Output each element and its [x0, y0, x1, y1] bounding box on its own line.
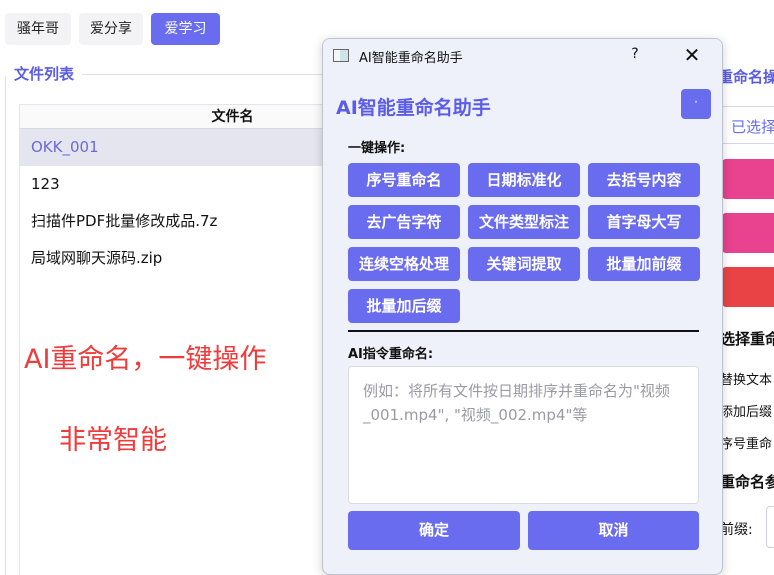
op-keyword-extract-button[interactable]: 关键词提取	[468, 247, 580, 281]
window-title: AI智能重命名助手	[359, 51, 463, 66]
prefix-input[interactable]	[766, 506, 774, 548]
op-remove-brackets-button[interactable]: 去括号内容	[588, 163, 700, 197]
option-add-suffix[interactable]: 添加后缀	[720, 401, 772, 420]
option-sequence-rename[interactable]: 序号重命	[720, 433, 772, 452]
option-replace-text[interactable]: 替换文本	[720, 369, 772, 388]
prefix-label: 前缀:	[720, 522, 753, 538]
action-button-1[interactable]	[722, 159, 774, 199]
ai-command-label: AI指令重命名:	[348, 347, 434, 362]
op-add-prefix-button[interactable]: 批量加前缀	[588, 247, 700, 281]
section-divider	[348, 330, 699, 332]
op-capitalize-button[interactable]: 首字母大写	[588, 205, 700, 239]
annotation-line-2: 非常智能	[59, 425, 167, 456]
op-add-suffix-button[interactable]: 批量加后缀	[348, 289, 460, 323]
op-date-normalize-button[interactable]: 日期标准化	[468, 163, 580, 197]
op-file-type-tag-button[interactable]: 文件类型标注	[468, 205, 580, 239]
action-button-2[interactable]	[722, 213, 774, 253]
select-rename-heading: 选择重命	[720, 330, 774, 348]
dialog-heading: AI智能重命名助手	[336, 97, 491, 119]
app-window-icon	[333, 49, 349, 62]
dialog-titlebar[interactable]: AI智能重命名助手 ? ✕	[323, 39, 722, 73]
tab-learn[interactable]: 爱学习	[151, 13, 220, 45]
quick-ops-label: 一键操作:	[348, 141, 406, 156]
table-row[interactable]: 123	[20, 166, 335, 203]
cancel-button[interactable]: 取消	[528, 511, 699, 550]
ai-rename-dialog: AI智能重命名助手 ? ✕ AI智能重命名助手 · 一键操作: 序号重命名 日期…	[322, 38, 723, 575]
tab-saonian[interactable]: 骚年哥	[5, 13, 71, 45]
op-sequence-rename-button[interactable]: 序号重命名	[348, 163, 460, 197]
table-row[interactable]: 扫描件PDF批量修改成品.7z	[20, 203, 335, 240]
selected-count-text: 已选择	[731, 118, 774, 136]
close-button[interactable]: ✕	[680, 43, 704, 67]
ai-command-input[interactable]	[348, 366, 699, 504]
file-list-title: 文件列表	[6, 62, 83, 86]
table-row[interactable]: 局域网聊天源码.zip	[20, 240, 335, 277]
annotation-line-1: AI重命名，一键操作	[24, 344, 267, 375]
confirm-button[interactable]: 确定	[348, 511, 520, 550]
tab-share[interactable]: 爱分享	[79, 13, 143, 45]
action-button-3[interactable]	[722, 267, 774, 307]
rename-ops-title: 重命名操	[718, 68, 774, 86]
table-row[interactable]: OKK_001	[20, 129, 335, 166]
help-button[interactable]: ?	[625, 46, 645, 62]
op-remove-ads-button[interactable]: 去广告字符	[348, 205, 460, 239]
options-button[interactable]: ·	[681, 89, 711, 119]
rename-params-heading: 重命名参	[720, 473, 774, 491]
column-header-filename[interactable]: 文件名	[20, 105, 335, 129]
op-collapse-spaces-button[interactable]: 连续空格处理	[348, 247, 460, 281]
